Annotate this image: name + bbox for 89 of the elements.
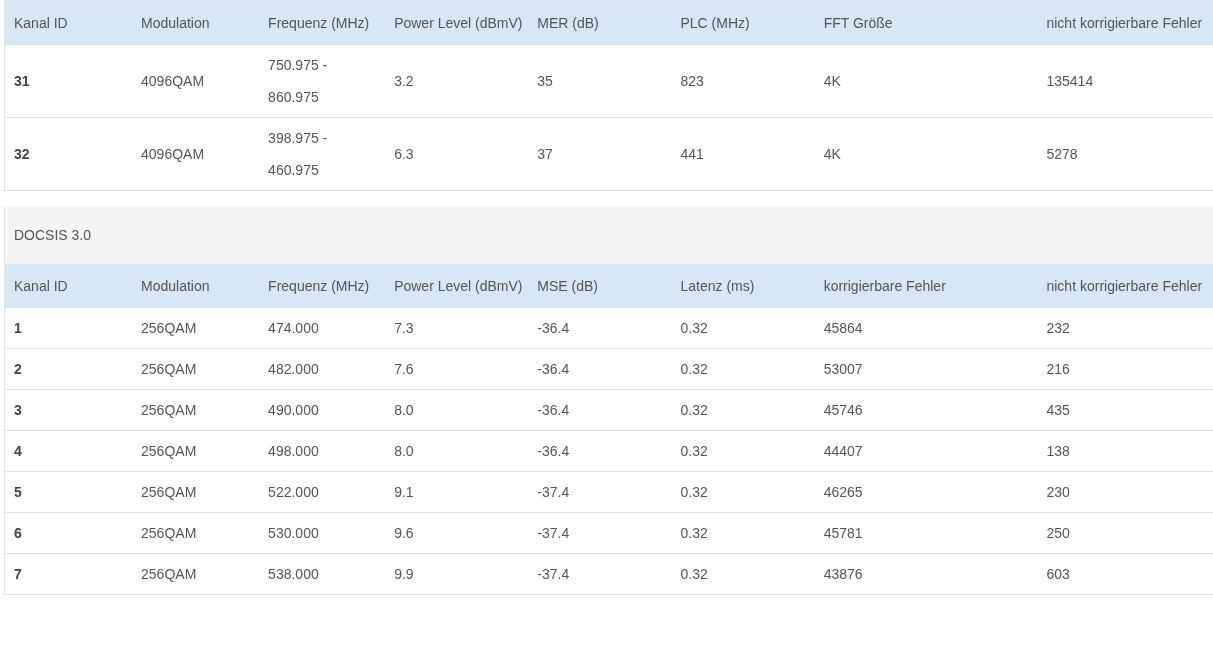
table-cell-text: 6.3 (394, 145, 415, 164)
table-cell-text: 2 (14, 360, 23, 379)
column-header: MER (dB) (537, 14, 600, 33)
table-cell-text: 256QAM (141, 360, 198, 379)
column-header: Power Level (dBmV) (394, 14, 524, 33)
table-cell-text: 135414 (1046, 72, 1095, 91)
table-cell-text: 45864 (823, 319, 864, 338)
column-header: Kanal ID (14, 277, 69, 296)
table-cell-text: 53007 (823, 360, 864, 379)
table-cell-text: -37.4 (537, 565, 571, 584)
table-cell-text: 216 (1046, 360, 1071, 379)
column-header: Kanal ID (14, 14, 69, 33)
table-cell-text: 256QAM (141, 401, 198, 420)
table-cell-text: 441 (680, 145, 705, 164)
table-cell-text: 3.2 (394, 72, 415, 91)
table-cell-text: 8.0 (394, 442, 415, 461)
table-cell-text: -36.4 (537, 401, 571, 420)
table-cell-text: 0.32 (680, 565, 709, 584)
column-header: korrigierbare Fehler (823, 277, 947, 296)
table-cell-text: 0.32 (680, 483, 709, 502)
section-title: DOCSIS 3.0 (14, 226, 92, 245)
table-cell-text: 482.000 (268, 360, 320, 379)
table-cell-text: -36.4 (537, 442, 571, 461)
table-cell-text: 138 (1046, 442, 1071, 461)
column-header: nicht korrigierbare Fehler (1046, 14, 1204, 33)
table-cell-text: 3 (14, 401, 23, 420)
column-header: Frequenz (MHz) (268, 14, 371, 33)
table-cell-text: 7 (14, 565, 23, 584)
column-header: Frequenz (MHz) (268, 277, 371, 296)
table-cell-text: 45781 (823, 524, 864, 543)
column-header: Latenz (ms) (680, 277, 756, 296)
table-cell-text: 232 (1046, 319, 1071, 338)
table-cell-text: 35 (537, 72, 554, 91)
table-cell-text: 474.000 (268, 319, 320, 338)
table-cell-text: 4096QAM (141, 72, 206, 91)
table-cell-text: 5 (14, 483, 23, 502)
table-cell-text: 256QAM (141, 565, 198, 584)
table-cell-text: 4096QAM (141, 145, 206, 164)
table-cell-text: 0.32 (680, 524, 709, 543)
table-cell-text: 250 (1046, 524, 1071, 543)
table-cell-text: 603 (1046, 565, 1071, 584)
table-cell-text: 32 (14, 145, 31, 164)
table-cell-text: 5278 (1046, 145, 1079, 164)
column-header: nicht korrigierbare Fehler (1046, 277, 1204, 296)
table-cell-text: 31 (14, 72, 31, 91)
table-cell-text: 44407 (823, 442, 864, 461)
table-cell-text: 43876 (823, 565, 864, 584)
table-cell-text: -37.4 (537, 524, 571, 543)
table-cell-text: 256QAM (141, 483, 198, 502)
table-cell-text: 1 (14, 319, 23, 338)
table-cell-text: 0.32 (680, 442, 709, 461)
table-cell-text: 230 (1046, 483, 1071, 502)
table-cell-text: -36.4 (537, 319, 571, 338)
table-cell-text: 9.9 (394, 565, 415, 584)
table-cell-text: 256QAM (141, 442, 198, 461)
table-cell-text: 7.6 (394, 360, 415, 379)
table-cell-text: 9.1 (394, 483, 415, 502)
table-cell-text: 530.000 (268, 524, 320, 543)
table-cell-text: 4K (823, 145, 842, 164)
table-cell-text: 435 (1046, 401, 1071, 420)
table-cell-text: 256QAM (141, 319, 198, 338)
table-cell-text: 37 (537, 145, 554, 164)
table-cell-text: 256QAM (141, 524, 198, 543)
table-cell-text: 498.000 (268, 442, 320, 461)
table-cell-text: 0.32 (680, 319, 709, 338)
table-cell-text: 45746 (823, 401, 864, 420)
table-cell-text: 8.0 (394, 401, 415, 420)
table-cell-text: 4K (823, 72, 842, 91)
table-cell-text: -37.4 (537, 483, 571, 502)
column-header: MSE (dB) (537, 277, 599, 296)
column-header: Modulation (141, 14, 211, 33)
column-header: FFT Größe (823, 14, 894, 33)
table-cell-text: 7.3 (394, 319, 415, 338)
table-cell-text: 0.32 (680, 360, 709, 379)
table-cell-text: 0.32 (680, 401, 709, 420)
table-cell-text: 6 (14, 524, 23, 543)
table-cell-text: 398.975 - 460.975 (268, 129, 329, 180)
table-cell-text: 9.6 (394, 524, 415, 543)
table-cell-text: -36.4 (537, 360, 571, 379)
table-cell-text: 4 (14, 442, 23, 461)
column-header: Modulation (141, 277, 211, 296)
column-header: Power Level (dBmV) (394, 277, 524, 296)
table-cell-text: 522.000 (268, 483, 320, 502)
table-cell-text: 46265 (823, 483, 864, 502)
table-cell-text: 750.975 - 860.975 (268, 56, 329, 107)
table-cell-text: 490.000 (268, 401, 320, 420)
table-cell-text: 823 (680, 72, 705, 91)
column-header: PLC (MHz) (680, 14, 751, 33)
table-cell-text: 538.000 (268, 565, 320, 584)
